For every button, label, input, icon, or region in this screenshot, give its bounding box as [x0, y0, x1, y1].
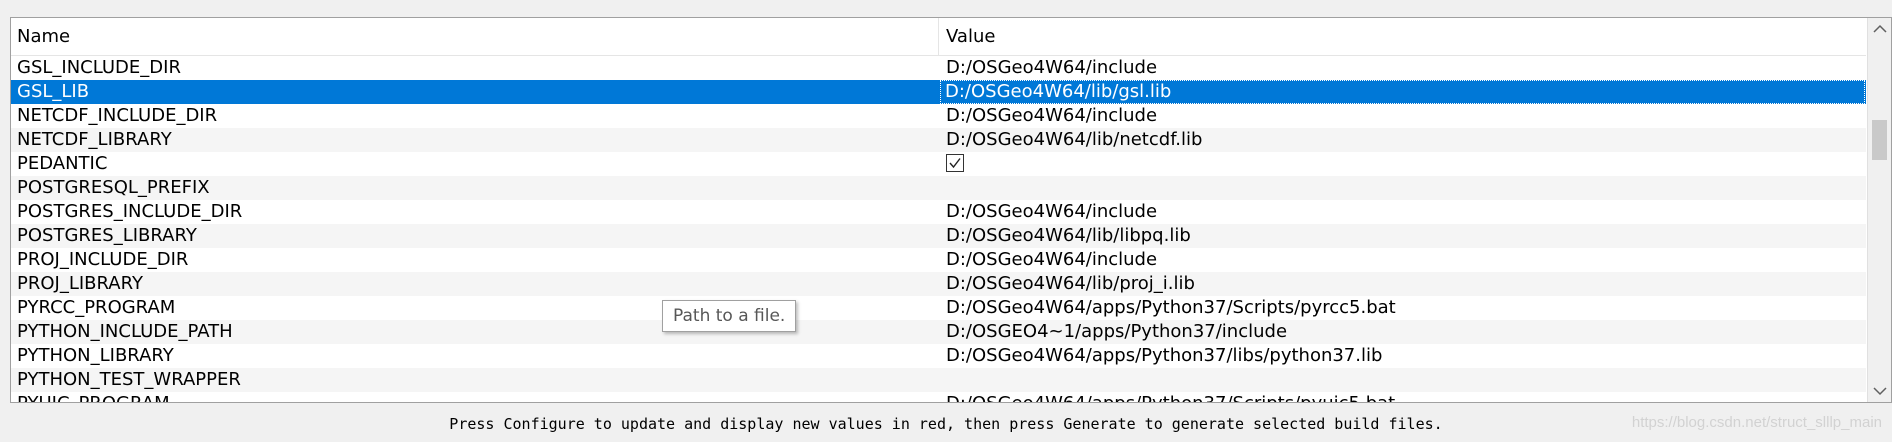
table-body: GSL_INCLUDE_DIR D:/OSGeo4W64/include GSL_L…: [11, 56, 1866, 402]
row-name-cell: GSL_INCLUDE_DIR: [17, 57, 181, 78]
table-row[interactable]: POSTGRESQL_PREFIX: [11, 176, 1866, 200]
scroll-up-button[interactable]: [1868, 18, 1891, 40]
row-name-cell: POSTGRESQL_PREFIX: [17, 177, 210, 198]
table-row[interactable]: POSTGRES_LIBRARY D:/OSGeo4W64/lib/libpq.l…: [11, 224, 1866, 248]
chevron-up-icon: [1873, 24, 1887, 33]
row-value-cell[interactable]: D:/OSGeo4W64/apps/Python37/Scripts/pyrcc…: [946, 296, 1861, 320]
row-name-cell: NETCDF_LIBRARY: [17, 129, 172, 150]
row-value-cell[interactable]: D:/OSGeo4W64/lib/netcdf.lib: [946, 128, 1861, 152]
row-name-cell: GSL_LIB: [17, 81, 90, 102]
status-message: Press Configure to update and display ne…: [449, 415, 1443, 433]
table-row[interactable]: GSL_INCLUDE_DIR D:/OSGeo4W64/include: [11, 56, 1866, 80]
checkmark-icon: [949, 158, 961, 169]
row-name-cell: PYRCC_PROGRAM: [17, 297, 176, 318]
row-name-cell: PYTHON_LIBRARY: [17, 345, 174, 366]
row-value-cell[interactable]: [946, 368, 1861, 392]
watermark: https://blog.csdn.net/struct_slllp_main: [1631, 414, 1882, 431]
table-row[interactable]: POSTGRES_INCLUDE_DIR D:/OSGeo4W64/include: [11, 200, 1866, 224]
row-name-cell: POSTGRES_INCLUDE_DIR: [17, 201, 243, 222]
table-row[interactable]: PYTHON_LIBRARY D:/OSGeo4W64/apps/Python37…: [11, 344, 1866, 368]
row-value-cell[interactable]: D:/OSGeo4W64/lib/gsl.lib: [940, 80, 1865, 104]
cache-variables-table: Name Value GSL_INCLUDE_DIR D:/OSGeo4W64/i…: [10, 17, 1892, 403]
pedantic-checkbox[interactable]: [946, 154, 964, 172]
row-value-cell[interactable]: D:/OSGeo4W64/apps/Python37/libs/python37…: [946, 344, 1861, 368]
table-row[interactable]: PROJ_LIBRARY D:/OSGeo4W64/lib/proj_i.lib: [11, 272, 1866, 296]
table-row[interactable]: NETCDF_LIBRARY D:/OSGeo4W64/lib/netcdf.li…: [11, 128, 1866, 152]
row-value-cell[interactable]: D:/OSGeo4W64/include: [946, 200, 1861, 224]
table-row[interactable]: PYRCC_PROGRAM D:/OSGeo4W64/apps/Python37/…: [11, 296, 1866, 320]
scroll-down-button[interactable]: [1868, 380, 1891, 402]
row-name-cell: POSTGRES_LIBRARY: [17, 225, 197, 246]
table-row[interactable]: NETCDF_INCLUDE_DIR D:/OSGeo4W64/include: [11, 104, 1866, 128]
row-name-cell: PYTHON_INCLUDE_PATH: [17, 321, 233, 342]
vertical-scrollbar[interactable]: [1867, 18, 1891, 402]
table-row[interactable]: PYTHON_TEST_WRAPPER: [11, 368, 1866, 392]
row-value-cell[interactable]: D:/OSGeo4W64/lib/proj_i.lib: [946, 272, 1861, 296]
row-value-cell[interactable]: D:/OSGeo4W64/lib/libpq.lib: [946, 224, 1861, 248]
table-row[interactable]: GSL_LIB D:/OSGeo4W64/lib/gsl.lib: [11, 80, 1866, 104]
table-row[interactable]: PYTHON_INCLUDE_PATH D:/OSGEO4~1/apps/Pyth…: [11, 320, 1866, 344]
row-value-cell[interactable]: D:/OSGeo4W64/include: [946, 56, 1861, 80]
scroll-thumb[interactable]: [1872, 120, 1887, 160]
row-name-cell: PEDANTIC: [17, 153, 108, 174]
row-value-cell[interactable]: D:/OSGEO4~1/apps/Python37/include: [946, 320, 1861, 344]
chevron-down-icon: [1873, 387, 1887, 396]
row-value-cell[interactable]: D:/OSGeo4W64/apps/Python37/Scripts/pyuic…: [946, 392, 1861, 402]
column-header-name[interactable]: Name: [11, 18, 939, 55]
table-row[interactable]: PYUIC_PROGRAM D:/OSGeo4W64/apps/Python37/…: [11, 392, 1866, 402]
row-name-cell: PROJ_LIBRARY: [17, 273, 143, 294]
row-value-cell[interactable]: [946, 176, 1861, 200]
table-header: Name Value: [11, 18, 1866, 56]
table-row[interactable]: PROJ_INCLUDE_DIR D:/OSGeo4W64/include: [11, 248, 1866, 272]
tooltip: Path to a file.: [662, 300, 797, 332]
row-name-cell: PYUIC_PROGRAM: [17, 392, 937, 402]
row-value-cell[interactable]: D:/OSGeo4W64/include: [946, 104, 1861, 128]
table-row[interactable]: PEDANTIC: [11, 152, 1866, 176]
row-name-cell: PROJ_INCLUDE_DIR: [17, 249, 189, 270]
row-name-cell: PYTHON_TEST_WRAPPER: [17, 369, 241, 390]
column-header-value[interactable]: Value: [940, 18, 1866, 55]
row-value-cell[interactable]: D:/OSGeo4W64/include: [946, 248, 1861, 272]
row-name-cell: NETCDF_INCLUDE_DIR: [17, 105, 218, 126]
